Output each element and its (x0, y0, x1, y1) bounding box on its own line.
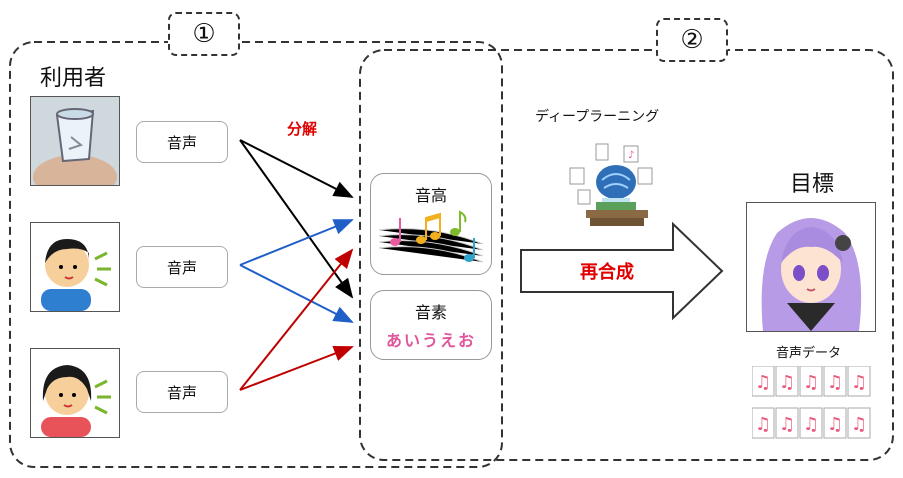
svg-text:♫: ♫ (851, 414, 867, 435)
music-notes-icon (378, 210, 484, 263)
svg-text:♫: ♫ (755, 372, 771, 393)
svg-text:♫: ♫ (827, 372, 843, 393)
user3-voice: 音声 (136, 371, 228, 413)
phoneme-text: あいうえお (385, 331, 476, 350)
pitch-feature-box: 音高 (370, 173, 492, 275)
deep-learning-icon: ♪ (569, 143, 653, 226)
voice-data-files: ♫ ♫ ♫ ♫ ♫ ♫ ♫ ♫ ♫ ♫ (752, 366, 872, 448)
resynthesis-label: 再合成 (580, 262, 634, 283)
region1-label: ① (168, 12, 240, 56)
phoneme-label: 音素 (414, 303, 447, 322)
deep-learning-label: ディープラーニング (535, 109, 660, 125)
svg-text:♫: ♫ (779, 372, 795, 393)
arrow-voice1-pitch (239, 139, 354, 198)
svg-text:♫: ♫ (803, 414, 819, 435)
user2-avatar (30, 222, 120, 312)
target-title: 目標 (790, 172, 835, 197)
svg-text:♫: ♫ (827, 414, 843, 435)
music-file-icons: ♫ ♫ ♫ ♫ ♫ ♫ ♫ ♫ ♫ ♫ (752, 366, 871, 439)
users-title: 利用者 (40, 66, 107, 91)
voice-data-label: 音声データ (776, 346, 842, 361)
svg-text:♫: ♫ (803, 372, 819, 393)
decompose-label: 分解 (287, 120, 318, 138)
user2-voice: 音声 (136, 246, 228, 288)
region2-label: ② (656, 18, 728, 62)
user3-avatar (30, 348, 120, 438)
svg-text:♪: ♪ (628, 150, 634, 161)
phoneme-feature-box: 音素 あいうえお (370, 290, 492, 360)
svg-text:♫: ♫ (755, 414, 771, 435)
target-avatar (746, 202, 876, 332)
user1-avatar (30, 96, 120, 186)
svg-text:♫: ♫ (851, 372, 867, 393)
user1-voice: 音声 (136, 121, 228, 163)
arrow-voice2-pitch (239, 219, 354, 266)
svg-text:♫: ♫ (779, 414, 795, 435)
